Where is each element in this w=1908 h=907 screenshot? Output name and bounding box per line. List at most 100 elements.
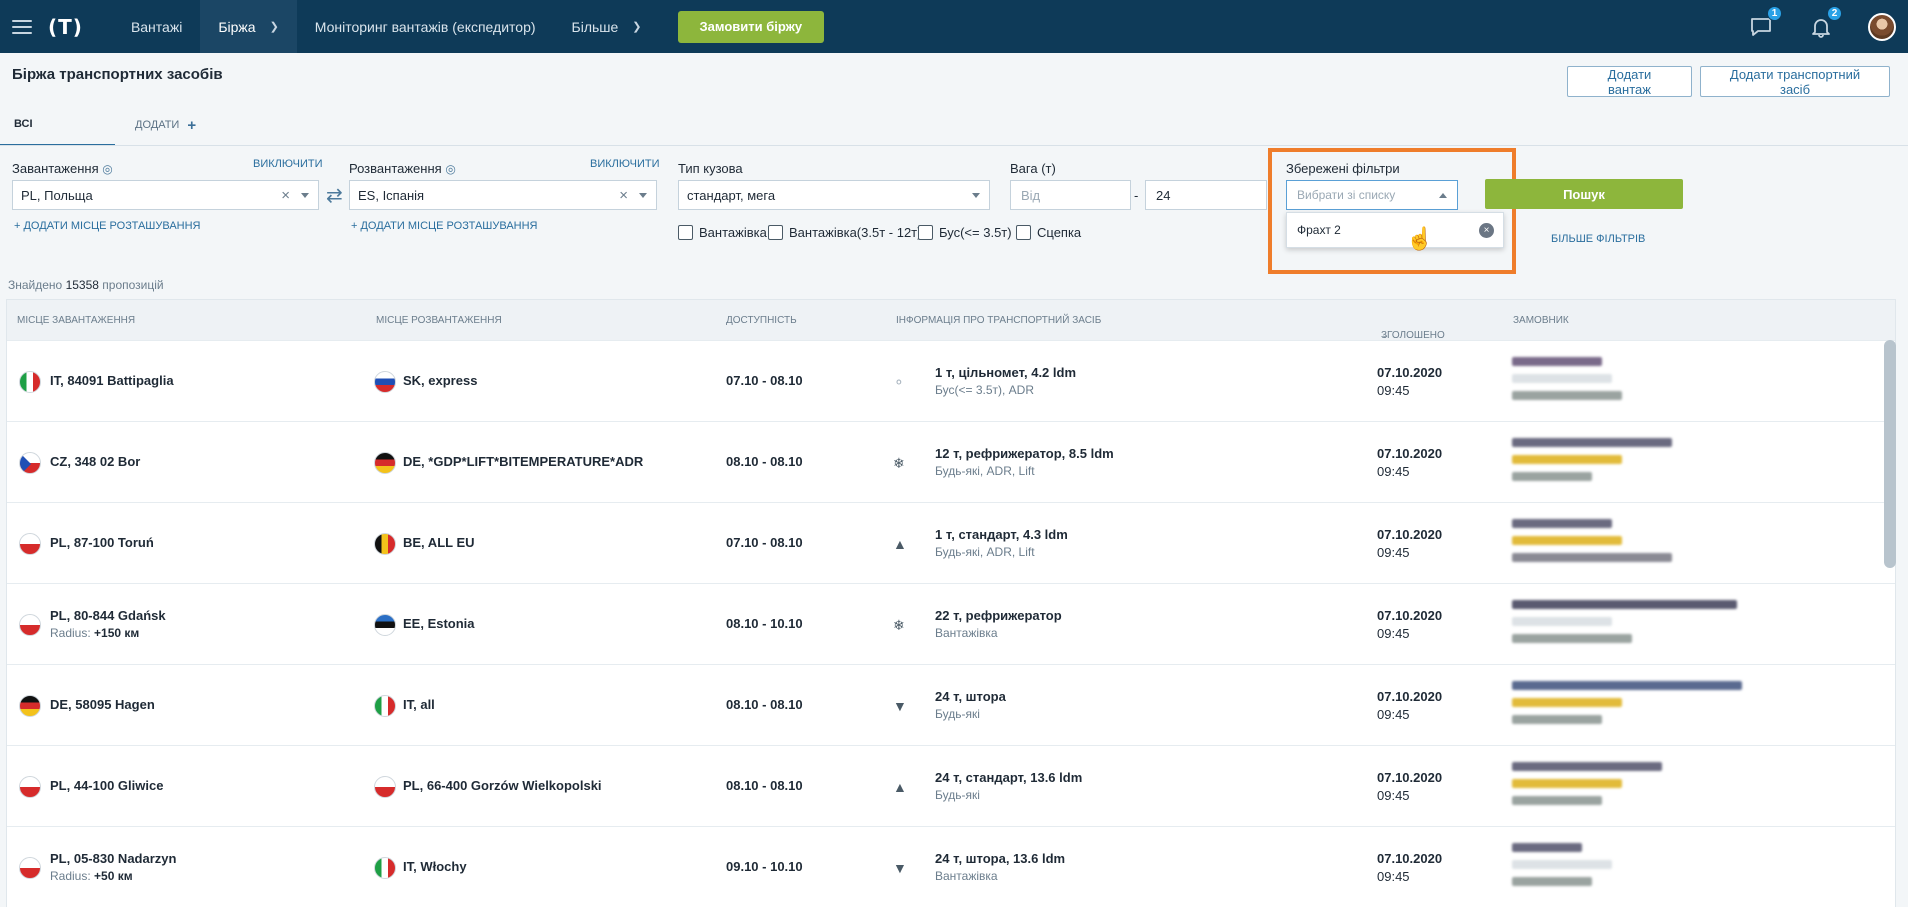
- table-row[interactable]: PL, 44-100 Gliwice PL, 66-400 Gorzów Wie…: [7, 745, 1895, 826]
- unloading-add-location-link[interactable]: + ДОДАТИ МІСЦЕ РОЗТАШУВАННЯ: [351, 220, 538, 232]
- row-date: 07.10.2020 09:45: [1377, 608, 1442, 641]
- row-date-time: 09:45: [1377, 464, 1410, 479]
- highlight-frame: [1268, 148, 1516, 274]
- row-vehicle-main: 12 т, рефрижератор, 8.5 ldm: [935, 446, 1114, 461]
- col-customer[interactable]: ЗАМОВНИК: [1513, 315, 1569, 326]
- found-prefix: Знайдено: [8, 278, 63, 292]
- nav-item-monitoring[interactable]: Моніторинг вантажів (експедитор): [297, 0, 554, 53]
- row-availability: 08.10 - 08.10: [726, 697, 803, 712]
- table-row[interactable]: PL, 87-100 Toruń BE, ALL EU 07.10 - 08.1…: [7, 502, 1895, 583]
- table-row[interactable]: DE, 58095 Hagen IT, all 08.10 - 08.10 ▼ …: [7, 664, 1895, 745]
- notifications-button[interactable]: 2: [1808, 5, 1842, 40]
- results-table: МІСЦЕ ЗАВАНТАЖЕННЯ МІСЦЕ РОЗВАНТАЖЕННЯ Д…: [6, 299, 1896, 907]
- row-vehicle-main: 24 т, штора: [935, 689, 1006, 704]
- row-date-day: 07.10.2020: [1377, 608, 1443, 623]
- weight-to-input[interactable]: 24: [1145, 180, 1267, 210]
- row-availability: 07.10 - 08.10: [726, 373, 803, 388]
- more-filters-link[interactable]: БІЛЬШЕ ФІЛЬТРІВ: [1551, 233, 1645, 245]
- col-availability[interactable]: ДОСТУПНІСТЬ: [726, 315, 797, 326]
- row-availability: 09.10 - 10.10: [726, 859, 803, 874]
- radius-label: Radius:: [50, 869, 91, 883]
- col-unloading[interactable]: МІСЦЕ РОЗВАНТАЖЕННЯ: [376, 315, 502, 326]
- table-row[interactable]: PL, 05-830 Nadarzyn Radius: +50 км IT, Wł…: [7, 826, 1895, 907]
- row-to: EE, Estonia: [403, 616, 475, 631]
- tab-all[interactable]: всі: [0, 104, 115, 146]
- search-button[interactable]: Пошук: [1485, 179, 1683, 209]
- col-loading[interactable]: МІСЦЕ ЗАВАНТАЖЕННЯ: [17, 315, 135, 326]
- row-availability: 08.10 - 10.10: [726, 616, 803, 631]
- table-row[interactable]: PL, 80-844 Gdańsk Radius: +150 км EE, Est…: [7, 583, 1895, 664]
- checkbox-truck-medium[interactable]: Вантажівка(3.5т - 12т): [768, 225, 921, 240]
- unloading-select-value: ES, Іспанія: [358, 187, 425, 203]
- table-row[interactable]: CZ, 348 02 Bor DE, *GDP*LIFT*BITEMPERATU…: [7, 421, 1895, 502]
- tabs-divider: [0, 145, 1908, 146]
- loading-exclude-link[interactable]: ВИКЛЮЧИТИ: [253, 158, 322, 170]
- add-cargo-button[interactable]: Додати вантаж: [1567, 66, 1692, 97]
- clear-icon[interactable]: ×: [281, 187, 290, 204]
- chevron-down-icon: ❯: [632, 21, 642, 33]
- radius-value: +50 км: [94, 869, 133, 883]
- upload-box-icon: ▲: [893, 536, 907, 552]
- body-type-select[interactable]: стандарт, мега: [678, 180, 990, 210]
- van-icon: ⚬: [893, 374, 905, 390]
- row-vehicle-main: 22 т, рефрижератор: [935, 608, 1062, 623]
- clear-icon[interactable]: ×: [619, 187, 628, 204]
- app-logo[interactable]: (T): [48, 15, 83, 39]
- flag-be-icon: [374, 533, 396, 555]
- checkbox-box[interactable]: [678, 225, 693, 240]
- swap-icon[interactable]: ⇄: [326, 183, 343, 208]
- loading-select[interactable]: PL, Польща ×: [12, 180, 319, 210]
- checkbox-bus[interactable]: Бус(<= 3.5т): [918, 225, 1012, 240]
- col-vehicle-info[interactable]: ІНФОРМАЦІЯ ПРО ТРАНСПОРТНИЙ ЗАСІБ: [896, 315, 1101, 326]
- row-from: CZ, 348 02 Bor: [50, 454, 141, 469]
- results-count: Знайдено 15358 пропозицій: [8, 278, 164, 292]
- unloading-select[interactable]: ES, Іспанія ×: [349, 180, 657, 210]
- avatar[interactable]: [1868, 12, 1896, 41]
- flag-it-icon: [374, 857, 396, 879]
- order-exchange-button[interactable]: Замовити біржу: [677, 10, 825, 43]
- unloading-exclude-link[interactable]: ВИКЛЮЧИТИ: [590, 158, 659, 170]
- row-vehicle: 1 т, стандарт, 4.3 ldm Будь-які, ADR, Lif…: [935, 527, 1068, 559]
- menu-icon[interactable]: [2, 0, 42, 53]
- chat-button[interactable]: 1: [1748, 5, 1782, 40]
- location-pin-icon: ◎: [102, 162, 113, 176]
- loading-label: Завантаження ◎: [12, 161, 113, 176]
- row-customer: [1512, 681, 1747, 732]
- checkbox-truck[interactable]: Вантажівка: [678, 225, 767, 240]
- loading-add-location-link[interactable]: + ДОДАТИ МІСЦЕ РОЗТАШУВАННЯ: [14, 220, 201, 232]
- checkbox-box[interactable]: [768, 225, 783, 240]
- table-row[interactable]: IT, 84091 Battipaglia SK, express 07.10 …: [7, 340, 1895, 421]
- notifications-badge: 2: [1827, 5, 1842, 21]
- row-vehicle: 24 т, штора Будь-які: [935, 689, 1006, 721]
- scrollbar[interactable]: [1884, 340, 1896, 568]
- row-date-time: 09:45: [1377, 869, 1410, 884]
- flag-pl-icon: [19, 533, 41, 555]
- flag-pl-icon: [19, 776, 41, 798]
- row-customer: [1512, 600, 1747, 651]
- chat-badge: 1: [1767, 5, 1782, 21]
- row-from-main: PL, 80-844 Gdańsk: [50, 608, 166, 623]
- nav-item-exchange[interactable]: Біржа ❯: [200, 0, 297, 53]
- loading-select-value: PL, Польща: [21, 187, 93, 203]
- body-type-value: стандарт, мега: [687, 187, 776, 203]
- checkbox-box[interactable]: [918, 225, 933, 240]
- row-vehicle: 24 т, штора, 13.6 ldm Вантажівка: [935, 851, 1065, 883]
- row-date-day: 07.10.2020: [1377, 527, 1443, 542]
- checkbox-box[interactable]: [1016, 225, 1031, 240]
- row-to: PL, 66-400 Gorzów Wielkopolski: [403, 778, 602, 793]
- checkbox-label: Сцепка: [1037, 225, 1082, 240]
- nav-item-more[interactable]: Більше ❯: [554, 0, 660, 53]
- row-to: SK, express: [403, 373, 478, 388]
- plus-icon: +: [187, 116, 197, 134]
- tab-add[interactable]: ДОДАТИ +: [121, 104, 210, 146]
- row-to: IT, Włochy: [403, 859, 467, 874]
- weight-from-input[interactable]: Від: [1010, 180, 1131, 210]
- row-to: BE, ALL EU: [403, 535, 475, 550]
- nav-item-cargo[interactable]: Вантажі: [113, 0, 200, 53]
- add-vehicle-button[interactable]: Додати транспортний засіб: [1700, 66, 1890, 97]
- row-customer: [1512, 519, 1747, 570]
- row-date: 07.10.2020 09:45: [1377, 770, 1442, 803]
- checkbox-trailer[interactable]: Сцепка: [1016, 225, 1081, 240]
- flag-de-icon: [374, 452, 396, 474]
- row-availability: 08.10 - 08.10: [726, 454, 803, 469]
